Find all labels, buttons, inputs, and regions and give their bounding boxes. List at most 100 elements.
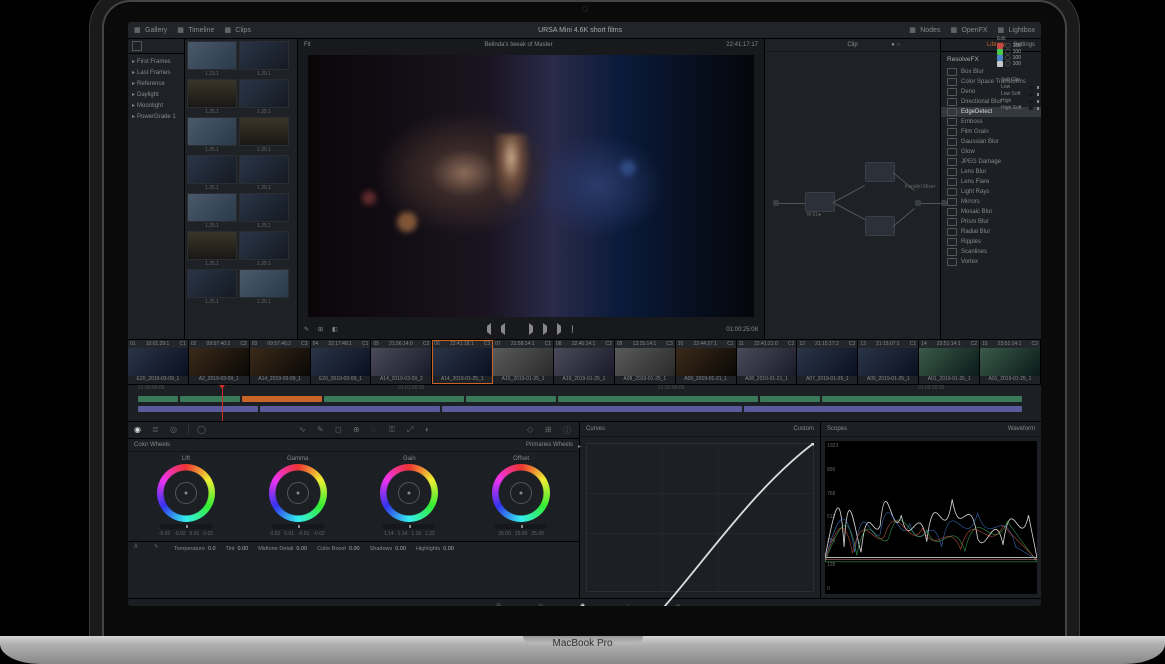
node-1[interactable] xyxy=(805,192,835,212)
curves-tool-icon[interactable]: ∿ xyxy=(299,425,309,435)
node-editor[interactable]: Clip ● ○ M 01● Parallel Mixer xyxy=(765,39,940,339)
key-tool-icon[interactable]: ⚿ xyxy=(389,425,399,435)
timeline-clip-thumb[interactable]: 1221:15:17:2C3A07_2019-01-25_1 xyxy=(797,340,858,384)
nodes-icon[interactable]: ▦Nodes xyxy=(909,26,940,34)
timeline-clip-thumb[interactable]: 0209:57:40:2C2A2_2019-03-09_1 xyxy=(189,340,250,384)
gallery-still[interactable]: 1.25.1 xyxy=(187,155,237,191)
timeline-clip-thumb[interactable]: 0622:41:18:1C3A14_2019-01-25_1 xyxy=(432,340,493,384)
gallery-still[interactable]: 1.25.1 xyxy=(239,231,289,267)
timeline-clip-thumb[interactable]: 0422:17:48:1C1E20_2019-03-09_1 xyxy=(311,340,372,384)
timeline-clip-thumb[interactable]: 0721:58:14:1C1A15_2019-01-25_1 xyxy=(493,340,554,384)
primaries-wheels-icon[interactable]: ◉ xyxy=(134,425,144,435)
gallery-still[interactable]: 1.25.1 xyxy=(239,193,289,229)
next-frame-icon[interactable] xyxy=(543,326,551,334)
sidebar-item[interactable]: ▸Moonlight xyxy=(128,100,184,111)
gallery-still[interactable]: 1.25.1 xyxy=(239,155,289,191)
timeline-clip-thumb[interactable]: 1122:41:21:0C2A08_2019-01-21_1 xyxy=(737,340,798,384)
fx-item[interactable]: Glow xyxy=(941,147,1041,157)
color-wheel-offset[interactable]: Offset25.0025.0025.00 xyxy=(467,456,575,537)
gallery-still[interactable]: 1.23.1 xyxy=(187,41,237,77)
fx-item[interactable]: Lens Flare xyxy=(941,177,1041,187)
gallery-still[interactable]: 1.25.1 xyxy=(239,269,289,305)
window-tool-icon[interactable]: ◻ xyxy=(335,425,345,435)
mini-timeline[interactable]: 01:00:00:0001:01:00:0001:02:00:0001:03:0… xyxy=(128,387,1041,422)
viewer[interactable] xyxy=(308,55,754,317)
scopes-mode[interactable]: Waveform xyxy=(1008,426,1035,432)
sidebar-item[interactable]: ▸Last Frames xyxy=(128,67,184,78)
node-2[interactable] xyxy=(865,162,895,182)
gallery-still[interactable]: 1.25.1 xyxy=(187,269,237,305)
param-tint[interactable]: Tint0.00 xyxy=(226,546,249,552)
qualifier-icon[interactable]: ✎ xyxy=(304,326,312,334)
loop-icon[interactable] xyxy=(571,326,579,334)
last-frame-icon[interactable] xyxy=(557,326,565,334)
play-icon[interactable] xyxy=(529,326,537,334)
gallery-icon[interactable]: ▦Gallery xyxy=(134,26,167,34)
overlay-icon[interactable]: ⊞ xyxy=(318,326,326,334)
prev-frame-icon[interactable] xyxy=(501,326,509,334)
curves-editor[interactable]: ▸ xyxy=(586,443,814,592)
gallery-still[interactable]: 1.25.1 xyxy=(187,193,237,229)
fx-item[interactable]: Light Rays xyxy=(941,187,1041,197)
param-color-boost[interactable]: Color Boost0.00 xyxy=(317,546,359,552)
softclip-high-soft[interactable]: High Soft xyxy=(1001,105,1033,111)
clip-thumbnail-timeline[interactable]: 0110:01:29:1C1E20_2019-03-09_10209:57:40… xyxy=(128,339,1041,385)
sidebar-item[interactable]: ▸PowerGrade 1 xyxy=(128,111,184,122)
fx-item[interactable]: Lens Blur xyxy=(941,167,1041,177)
param-shadows[interactable]: Shadows0.00 xyxy=(370,546,406,552)
page-color[interactable]: ◉Color xyxy=(579,603,592,607)
timeline-clip-thumb[interactable]: 0822:46:14:1C2A19_2019-01-25_1 xyxy=(554,340,615,384)
timeline-clip-thumb[interactable]: 0521:56:14:0C2A14_2019-03-09_2 xyxy=(371,340,432,384)
gallery-still[interactable]: 1.25.1 xyxy=(187,231,237,267)
page-media[interactable]: ⊞Media xyxy=(494,603,509,607)
node-3[interactable] xyxy=(865,216,895,236)
luts-icon[interactable]: ▦Timeline xyxy=(177,26,214,34)
fx-item[interactable]: Ripples xyxy=(941,237,1041,247)
curves-mode[interactable]: Custom xyxy=(793,426,814,432)
timeline-clip-thumb[interactable]: 0110:01:29:1C1E20_2019-03-09_1 xyxy=(128,340,189,384)
timeline-clip-thumb[interactable]: 1423:51:14:1C2A01_2019-01-25_1 xyxy=(919,340,980,384)
fx-item[interactable]: Scanlines xyxy=(941,247,1041,257)
clips-icon[interactable]: ▦Clips xyxy=(224,26,251,34)
fx-item[interactable]: Emboss xyxy=(941,117,1041,127)
blur-tool-icon[interactable]: ◌ xyxy=(371,425,381,435)
page-edit[interactable]: ✄Edit xyxy=(539,603,549,607)
fx-item[interactable]: Mosaic Blur xyxy=(941,207,1041,217)
param-midtone-detail[interactable]: Midtone Detail0.00 xyxy=(258,546,307,552)
keyframe-panel-icon[interactable]: ◇ xyxy=(527,425,537,435)
sizing-tool-icon[interactable]: ⤢ xyxy=(407,425,417,435)
viewer-fit[interactable]: Fit xyxy=(304,42,311,48)
fx-item[interactable]: Prism Blur xyxy=(941,217,1041,227)
fx-item[interactable]: Gaussian Blur xyxy=(941,137,1041,147)
timeline-clip-thumb[interactable]: 1022:44:27:1C1A09_2019-01-21_1 xyxy=(676,340,737,384)
timeline-clip-thumb[interactable]: 1523:51:14:1C3A01_2019-01-25_1 xyxy=(980,340,1041,384)
still-album-icon[interactable] xyxy=(132,41,142,51)
color-wheel-gain[interactable]: Gain1.141.141.161.22 xyxy=(356,456,464,537)
scopes-panel-icon[interactable]: ⊞ xyxy=(545,425,555,435)
fx-item[interactable]: Vortex xyxy=(941,257,1041,267)
gallery-still[interactable]: 1.25.1 xyxy=(239,79,289,115)
info-panel-icon[interactable]: ⓘ xyxy=(563,425,573,435)
softclip-low-soft[interactable]: Low Soft xyxy=(1001,91,1033,97)
qualifier-tool-icon[interactable]: ✎ xyxy=(317,425,327,435)
sidebar-item[interactable]: ▸First Frames xyxy=(128,56,184,67)
primaries-log-icon[interactable]: ◎ xyxy=(170,425,180,435)
gallery-still[interactable]: 1.25.1 xyxy=(187,79,237,115)
softclip-low[interactable]: Low xyxy=(1001,84,1033,90)
first-frame-icon[interactable] xyxy=(487,326,495,334)
auto-balance-icon[interactable]: Å xyxy=(134,544,144,554)
tracker-tool-icon[interactable]: ⊕ xyxy=(353,425,363,435)
stop-icon[interactable] xyxy=(515,326,523,334)
stereo-tool-icon[interactable]: ◐ xyxy=(425,425,435,435)
param-highlights[interactable]: Highlights0.00 xyxy=(416,546,454,552)
primaries-bars-icon[interactable]: ≣ xyxy=(152,425,162,435)
pick-white-icon[interactable]: ✎ xyxy=(154,544,164,554)
softclip-high[interactable]: High xyxy=(1001,98,1033,104)
rgb-mixer-icon[interactable]: ◯ xyxy=(197,425,207,435)
openfx-icon[interactable]: ▦OpenFX xyxy=(950,26,987,34)
lightbox-icon[interactable]: ▦Lightbox xyxy=(998,26,1035,34)
curve-play-icon[interactable]: ▸ xyxy=(578,443,581,450)
color-wheel-gamma[interactable]: Gamma0.020.01-0.01-0.02 xyxy=(244,456,352,537)
timeline-clip-thumb[interactable]: 0309:57:46:2C3A14_2019-03-09_1 xyxy=(250,340,311,384)
gallery-still[interactable]: 1.20.1 xyxy=(239,41,289,77)
